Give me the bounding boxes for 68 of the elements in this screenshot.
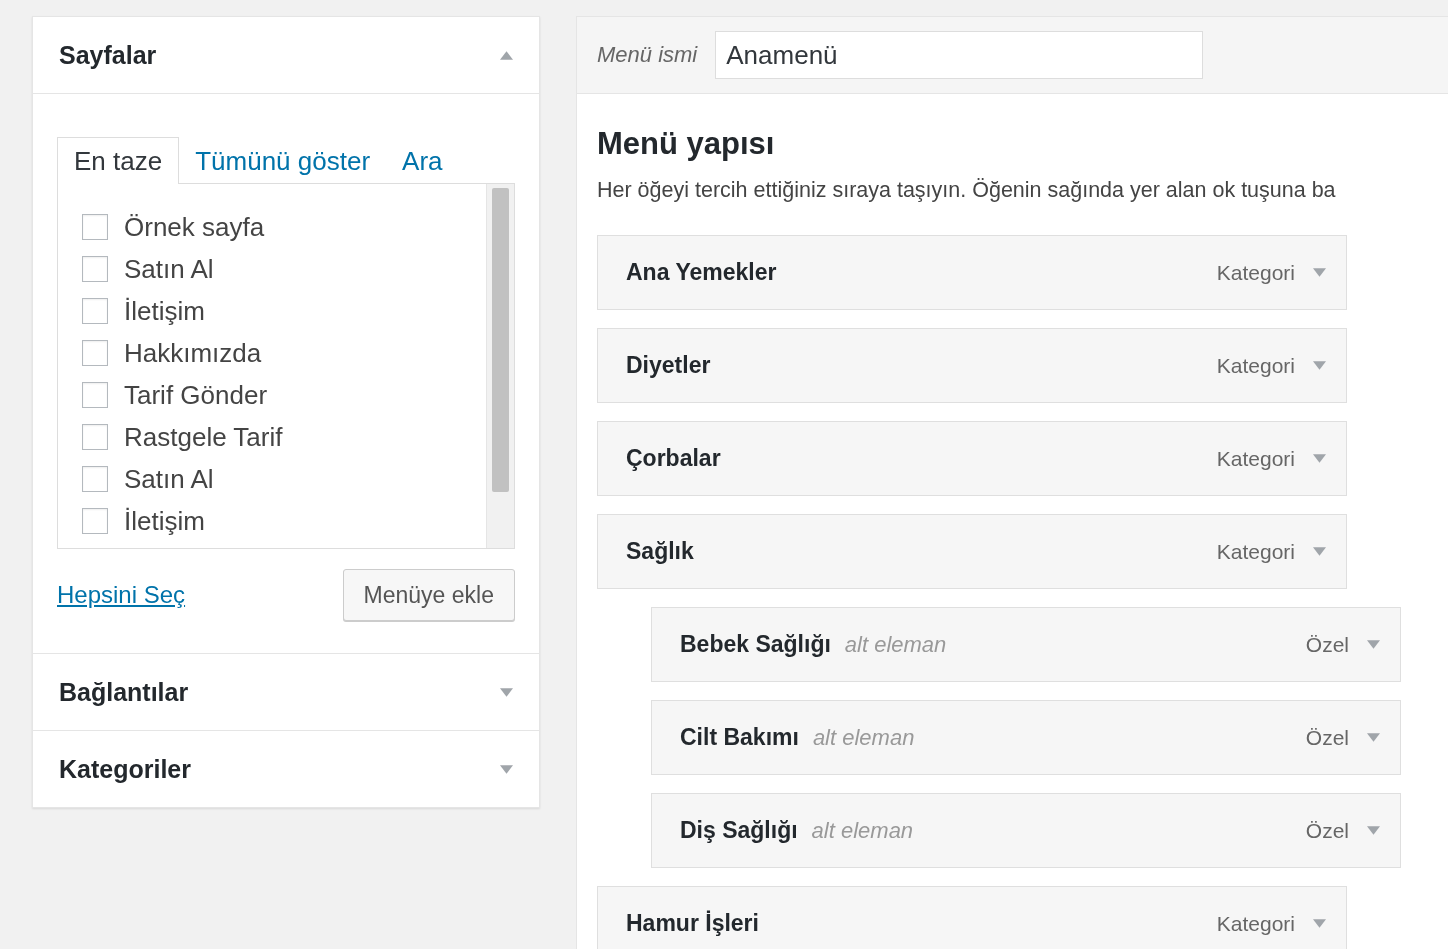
description-text: Her öğeyi tercih ettiğiniz sıraya taşıyın. Öğenin sağında yer alan ok tuşuna ba [597, 178, 1337, 203]
menu-name-label: Menü ismi [597, 42, 698, 68]
item-type-label: Kategori [1216, 911, 1295, 936]
checkbox[interactable] [82, 424, 108, 450]
item-type-label: Kategori [1216, 539, 1295, 564]
checkbox[interactable] [82, 466, 108, 492]
menu-item[interactable]: Sağlık Kategori [597, 514, 1347, 589]
menu-item[interactable]: Hamur İşleri Kategori [597, 886, 1347, 949]
menu-item[interactable]: Çorbalar Kategori [597, 421, 1347, 496]
menu-item[interactable]: Ana Yemekler Kategori [597, 235, 1347, 310]
item-type-label: Kategori [1216, 446, 1295, 471]
collapse-arrow-icon[interactable] [500, 50, 513, 60]
page-label[interactable]: İletişim [124, 295, 205, 327]
menu-item-title: Bebek Sağlığı [680, 631, 831, 658]
page-label[interactable]: Örnek sayfa [124, 211, 265, 243]
expand-arrow-icon[interactable] [1313, 919, 1326, 928]
menu-item-title: Diş Sağlığı [680, 817, 798, 844]
menu-item-title: Cilt Bakımı [680, 724, 799, 751]
checkbox[interactable] [82, 214, 108, 240]
menu-item-title: Çorbalar [626, 445, 721, 472]
add-to-menu-button[interactable]: Menüye ekle [342, 569, 515, 621]
menu-item-title: Ana Yemekler [626, 259, 777, 286]
menu-item-title: Sağlık [626, 538, 694, 565]
expand-arrow-icon[interactable] [1313, 454, 1326, 463]
menu-item-title: Diyetler [626, 352, 711, 379]
menu-item[interactable]: Bebek Sağlığı alt eleman Özel [651, 607, 1401, 682]
menu-item[interactable]: Cilt Bakımı alt eleman Özel [651, 700, 1401, 775]
menu-item-title: Hamur İşleri [626, 910, 759, 937]
menu-item[interactable]: Diş Sağlığı alt eleman Özel [651, 793, 1401, 868]
expand-arrow-icon[interactable] [1313, 547, 1326, 556]
menu-item[interactable]: Diyetler Kategori [597, 328, 1347, 403]
sub-item-label: alt eleman [844, 632, 947, 658]
expand-arrow-icon[interactable] [1313, 361, 1326, 370]
item-type-label: Kategori [1216, 260, 1295, 285]
item-type-label: Özel [1305, 818, 1349, 843]
menu-name-field[interactable]: Anamenü [715, 31, 1204, 79]
expand-arrow-icon[interactable] [1367, 826, 1380, 835]
sub-item-label: alt eleman [811, 818, 914, 844]
item-type-label: Özel [1305, 632, 1349, 657]
checkbox[interactable] [82, 340, 108, 366]
scrollbar[interactable] [486, 184, 514, 548]
scroll-thumb[interactable] [492, 188, 509, 492]
expand-arrow-icon[interactable] [1313, 268, 1326, 277]
checkbox[interactable] [82, 298, 108, 324]
tab[interactable]: En taze [57, 137, 180, 184]
select-all-link[interactable]: Hepsini Seç [57, 581, 186, 609]
page-label[interactable]: Satın Al [124, 253, 214, 285]
tab[interactable]: Tümünü göster [179, 138, 387, 184]
page-label[interactable]: Tarif Gönder [124, 379, 268, 411]
sub-item-label: alt eleman [812, 725, 915, 751]
item-type-label: Kategori [1216, 353, 1295, 378]
section-title[interactable]: Bağlantılar [59, 677, 189, 707]
checkbox[interactable] [82, 508, 108, 534]
checkbox[interactable] [82, 382, 108, 408]
expand-arrow-icon[interactable] [1367, 733, 1380, 742]
section-title[interactable]: Kategoriler [59, 754, 191, 784]
expand-arrow-icon[interactable] [500, 687, 513, 697]
expand-arrow-icon[interactable] [1367, 640, 1380, 649]
expand-arrow-icon[interactable] [500, 764, 513, 774]
page-label[interactable]: Satın Al [124, 463, 214, 495]
page-label[interactable]: Rastgele Tarif [124, 421, 283, 453]
tab[interactable]: Ara [386, 138, 459, 184]
item-type-label: Özel [1305, 725, 1349, 750]
section-heading: Menü yapısı [597, 126, 776, 162]
page-label[interactable]: Hakkımızda [124, 337, 262, 369]
section-title[interactable]: Sayfalar [59, 40, 157, 70]
page-label[interactable]: İletişim [124, 505, 205, 537]
checkbox[interactable] [82, 256, 108, 282]
